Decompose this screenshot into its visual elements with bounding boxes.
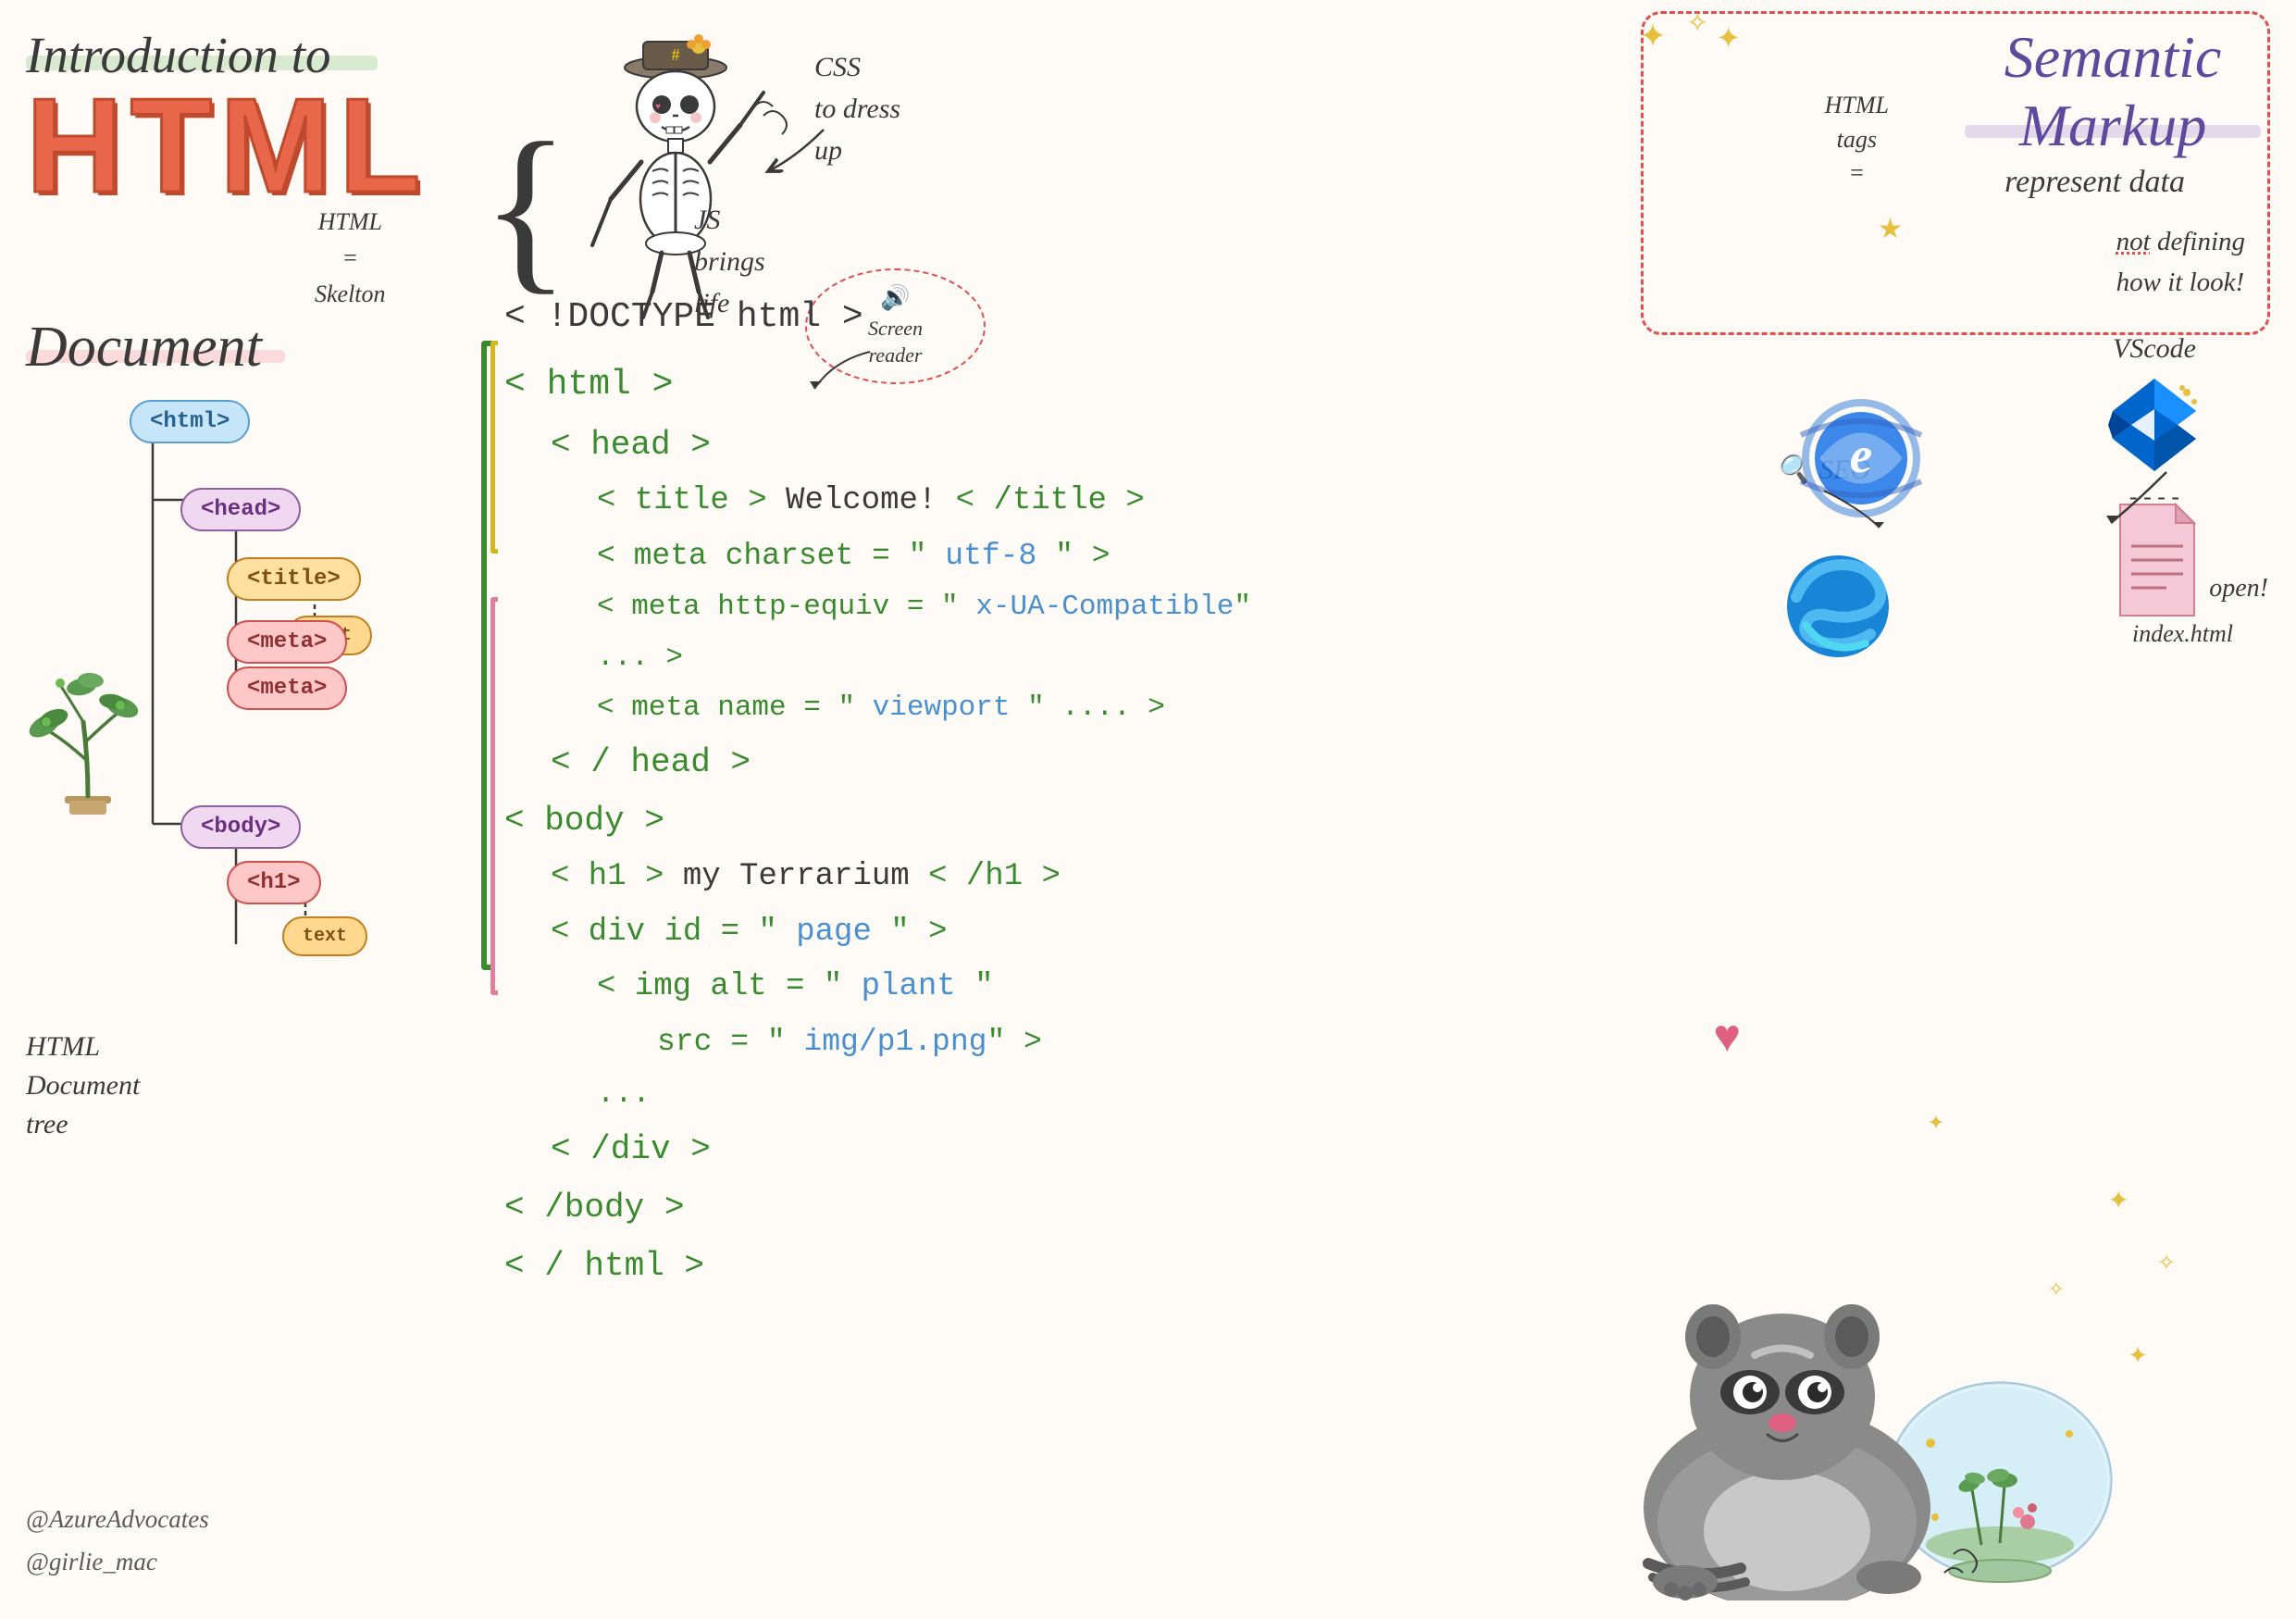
svg-text:#: #	[672, 45, 680, 64]
document-section: Document	[26, 315, 262, 380]
code-head-open: < head >	[504, 416, 1319, 474]
code-h1-line: < h1 > my Terrarium < /h1 >	[504, 850, 1319, 905]
edge-browser-icon	[1778, 546, 1898, 666]
code-div-close: < /div >	[504, 1120, 1319, 1178]
code-div-id: < div id = " page " >	[504, 905, 1319, 961]
sparkle-5: ✦	[1928, 1111, 1944, 1135]
not-defining: not defininghow it look!	[2116, 222, 2245, 303]
represent-data: represent data	[2004, 165, 2185, 200]
tree-node-meta2: <meta>	[227, 666, 347, 710]
tree-node-meta1: <meta>	[227, 620, 347, 664]
star-2: ✧	[1687, 7, 1708, 39]
html-skeleton-label: HTML = Skelton	[315, 204, 386, 312]
heart-decoration: ♥	[1713, 1009, 1741, 1063]
sparkle-1: ✦	[2108, 1185, 2129, 1216]
sparkle-2: ✧	[2048, 1277, 2065, 1301]
ie-arrow	[1815, 481, 1889, 537]
sparkle-4: ✧	[2157, 1250, 2176, 1277]
sparkle-3: ✦	[2128, 1342, 2148, 1370]
tree-node-head: <head>	[180, 488, 301, 531]
vscode-icon	[2104, 374, 2205, 476]
pink-bracket	[490, 597, 498, 995]
code-head-close: < / head >	[504, 733, 1319, 791]
document-title: Document	[26, 316, 262, 379]
css-arrow	[750, 111, 842, 185]
star-3: ✦	[1716, 20, 1741, 56]
code-body-open: < body >	[504, 791, 1319, 850]
tree-node-body: <body>	[180, 805, 301, 849]
code-img-alt: < img alt = " plant "	[504, 960, 1319, 1015]
vscode-label: VScode	[2039, 333, 2270, 365]
social-handles: @AzureAdvocates @girlie_mac	[26, 1499, 209, 1584]
semantic-title: Semantic Markup	[1965, 23, 2261, 159]
yellow-bracket	[490, 341, 498, 554]
tree-node-h1: <h1>	[227, 861, 321, 904]
code-title-line: < title > Welcome! < /title >	[504, 474, 1319, 529]
raccoon-illustration	[1602, 1249, 2139, 1600]
open-label: open!	[2209, 574, 2268, 604]
vscode-arrow	[2092, 463, 2213, 537]
html-doc-tree-label: HTML Document tree	[26, 1027, 140, 1144]
svg-text:♥: ♥	[655, 102, 661, 112]
handle-1: @AzureAdvocates	[26, 1499, 209, 1541]
code-dots: ...	[504, 1068, 1319, 1120]
html-title: HTML	[26, 79, 428, 213]
intro-text: Introduction to	[26, 27, 330, 83]
code-src: src = " img/p1.png" >	[504, 1015, 1319, 1069]
star-not: ★	[1878, 213, 1903, 245]
tree-node-title: <title>	[227, 557, 361, 601]
tree-node-text2: text	[282, 916, 367, 956]
tree-node-html: <html>	[130, 400, 250, 443]
intro-title: Introduction to	[26, 26, 330, 84]
code-html-open: < html >	[504, 355, 1319, 417]
code-meta-http: < meta http-equiv = " x-UA-Compatible" .…	[504, 582, 1319, 683]
code-html-close: < / html >	[504, 1237, 1319, 1295]
html-tags-label: HTML tags =	[1825, 56, 1889, 191]
code-meta-charset: < meta charset = " utf-8 " >	[504, 529, 1319, 583]
code-section: < !DOCTYPE html > < html > < head > < ti…	[504, 287, 1319, 1295]
index-html-label: index.html	[2132, 620, 2233, 648]
star-1: ✦	[1639, 17, 1667, 56]
code-meta-viewport: < meta name = " viewport " .... >	[504, 683, 1319, 733]
svg-text:e: e	[1850, 427, 1872, 483]
handle-2: @girlie_mac	[26, 1541, 209, 1584]
code-body-close: < /body >	[504, 1178, 1319, 1237]
code-doctype: < !DOCTYPE html >	[504, 287, 1319, 349]
page: Introduction to HTML HTML = Skelton { # …	[0, 0, 2296, 1619]
